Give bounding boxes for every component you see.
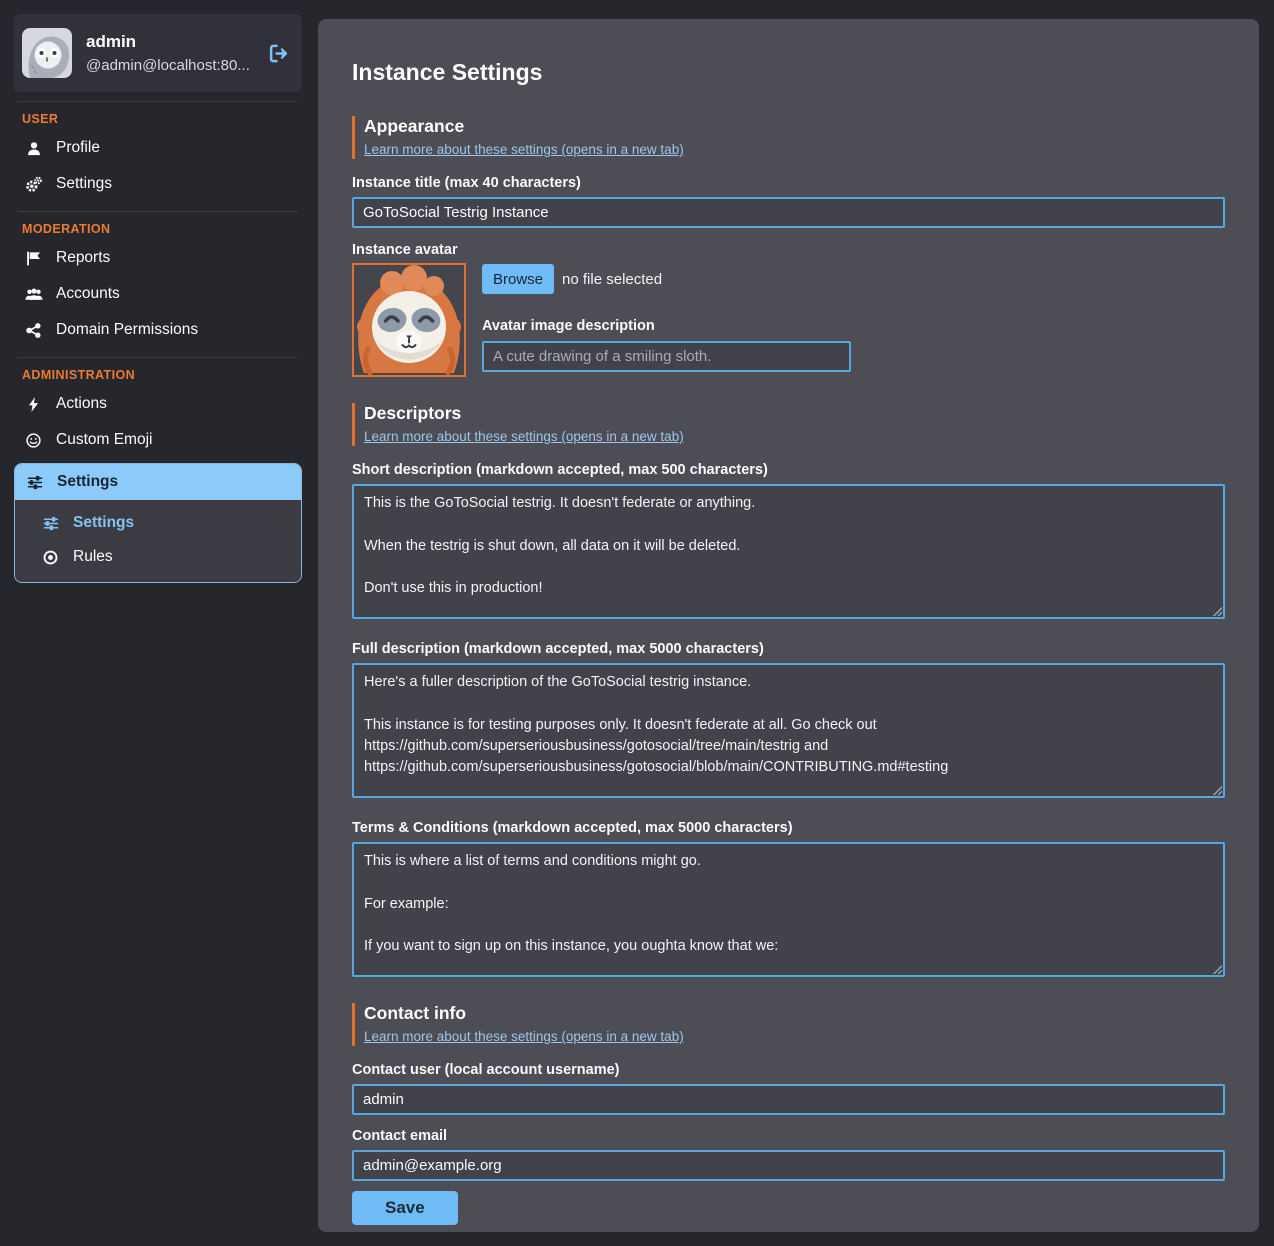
settings-menu-block: Settings Settings	[14, 463, 302, 583]
smile-icon	[24, 433, 43, 448]
user-name: admin	[86, 32, 253, 52]
sliders-icon	[25, 475, 44, 490]
sidebar: admin @admin@localhost:80... USER Profil…	[14, 14, 302, 583]
contact-user-input[interactable]	[352, 1084, 1225, 1115]
instance-title-input[interactable]	[352, 197, 1225, 228]
sidebar-item-label: Actions	[56, 395, 107, 413]
instance-settings-panel: Instance Settings Appearance Learn more …	[318, 19, 1259, 1232]
full-description-wrap: Here's a fuller description of the GoToS…	[352, 663, 1225, 798]
sidebar-item-label: Settings	[56, 175, 112, 193]
avatar-controls: Browse no file selected Avatar image des…	[482, 263, 851, 377]
sidebar-item-label: Custom Emoji	[56, 431, 152, 449]
sidebar-item-domain-permissions[interactable]: Domain Permissions	[14, 312, 302, 348]
sidebar-item-label: Rules	[73, 548, 113, 566]
terms-wrap: This is where a list of terms and condit…	[352, 842, 1225, 977]
settings-submenu: Settings Rules	[15, 500, 301, 582]
divider	[18, 357, 298, 358]
sidebar-item-label: Accounts	[56, 285, 120, 303]
sidebar-item-user-settings[interactable]: Settings	[14, 166, 302, 202]
sidebar-item-accounts[interactable]: Accounts	[14, 276, 302, 312]
section-title: Appearance	[364, 116, 1225, 137]
terms-label: Terms & Conditions (markdown accepted, m…	[352, 820, 1225, 836]
section-label-user: USER	[22, 112, 302, 126]
avatar-description-label: Avatar image description	[482, 318, 851, 334]
short-description-textarea[interactable]: This is the GoToSocial testrig. It doesn…	[352, 484, 1225, 619]
instance-title-label: Instance title (max 40 characters)	[352, 175, 1225, 191]
sidebar-item-profile[interactable]: Profile	[14, 130, 302, 166]
user-icon	[24, 141, 43, 156]
learn-more-link[interactable]: Learn more about these settings (opens i…	[364, 142, 684, 157]
full-description-textarea[interactable]: Here's a fuller description of the GoToS…	[352, 663, 1225, 798]
learn-more-link[interactable]: Learn more about these settings (opens i…	[364, 429, 684, 444]
section-title: Contact info	[364, 1003, 1225, 1024]
sidebar-item-custom-emoji[interactable]: Custom Emoji	[14, 422, 302, 458]
sidebar-item-admin-settings[interactable]: Settings	[15, 464, 301, 500]
divider	[18, 211, 298, 212]
short-description-label: Short description (markdown accepted, ma…	[352, 462, 1225, 478]
sidebar-item-label: Domain Permissions	[56, 321, 198, 339]
avatar-row: Browse no file selected Avatar image des…	[352, 263, 1225, 377]
share-nodes-icon	[24, 323, 43, 338]
section-label-moderation: MODERATION	[22, 222, 302, 236]
sidebar-item-actions[interactable]: Actions	[14, 386, 302, 422]
browse-button[interactable]: Browse	[482, 264, 554, 294]
gears-icon	[24, 176, 43, 193]
learn-more-link[interactable]: Learn more about these settings (opens i…	[364, 1029, 684, 1044]
appearance-section-header: Appearance Learn more about these settin…	[352, 116, 1225, 159]
descriptors-section-header: Descriptors Learn more about these setti…	[352, 403, 1225, 446]
instance-avatar-label: Instance avatar	[352, 242, 1225, 258]
user-card[interactable]: admin @admin@localhost:80...	[14, 14, 302, 92]
contact-user-label: Contact user (local account username)	[352, 1062, 1225, 1078]
save-button[interactable]: Save	[352, 1191, 458, 1225]
bolt-icon	[24, 397, 43, 412]
sidebar-item-rules[interactable]: Rules	[31, 540, 301, 574]
sidebar-item-label: Settings	[57, 473, 118, 491]
users-icon	[24, 287, 43, 302]
file-status-text: no file selected	[562, 271, 662, 288]
sidebar-item-label: Profile	[56, 139, 100, 157]
instance-avatar-image	[352, 263, 466, 377]
sidebar-item-reports[interactable]: Reports	[14, 240, 302, 276]
section-label-administration: ADMINISTRATION	[22, 368, 302, 382]
dot-circle-icon	[41, 550, 60, 565]
terms-textarea[interactable]: This is where a list of terms and condit…	[352, 842, 1225, 977]
sidebar-item-settings-sub[interactable]: Settings	[31, 506, 301, 540]
avatar-description-input[interactable]	[482, 341, 851, 372]
flag-icon	[24, 251, 43, 266]
full-description-label: Full description (markdown accepted, max…	[352, 641, 1225, 657]
user-avatar	[22, 28, 72, 78]
sliders-icon	[41, 516, 60, 531]
divider	[18, 101, 298, 102]
page-title: Instance Settings	[352, 59, 1225, 86]
short-description-wrap: This is the GoToSocial testrig. It doesn…	[352, 484, 1225, 619]
user-handle: @admin@localhost:80...	[86, 57, 253, 74]
contact-email-label: Contact email	[352, 1128, 1225, 1144]
contact-section-header: Contact info Learn more about these sett…	[352, 1003, 1225, 1046]
sidebar-item-label: Settings	[73, 514, 134, 532]
contact-email-input[interactable]	[352, 1150, 1225, 1181]
sidebar-item-label: Reports	[56, 249, 110, 267]
section-title: Descriptors	[364, 403, 1225, 424]
user-meta: admin @admin@localhost:80...	[86, 32, 253, 74]
sign-out-icon[interactable]	[267, 42, 290, 65]
